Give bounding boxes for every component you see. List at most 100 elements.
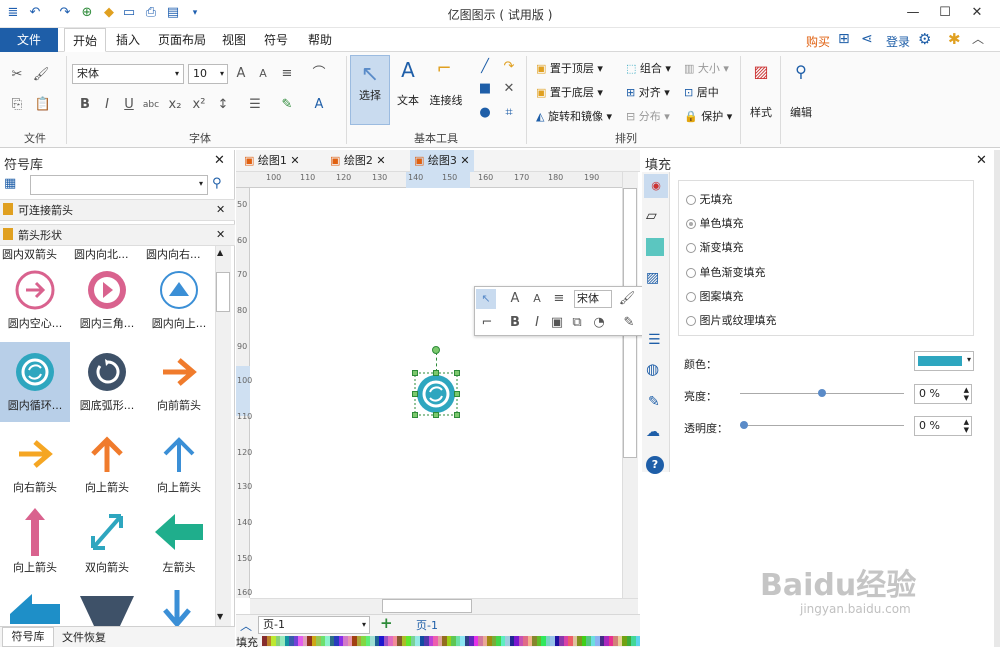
new-icon[interactable]: ⊕	[78, 4, 96, 22]
minimize-button[interactable]: —	[898, 2, 928, 24]
symbol-up-arrow-thin[interactable]: 向上箭头	[0, 506, 70, 586]
bold-icon[interactable]: B	[76, 96, 94, 114]
doc-tab-1[interactable]: ▣ 绘图1 ✕	[240, 150, 304, 172]
transparency-slider-thumb[interactable]	[740, 421, 748, 429]
close-tab-icon[interactable]: ✕	[460, 154, 469, 167]
comment-panel-icon[interactable]: ☁	[646, 424, 660, 440]
style-icon[interactable]: ▨	[748, 62, 774, 81]
fill-option-solid[interactable]: 单色填充	[686, 215, 744, 231]
close-tab-icon[interactable]: ✕	[376, 154, 385, 167]
connector-icon[interactable]: ⌐	[430, 58, 458, 79]
shadow-panel-icon[interactable]	[646, 238, 664, 256]
redo-icon[interactable]: ↷	[56, 4, 74, 22]
italic-icon[interactable]: I	[98, 96, 116, 114]
resize-handle[interactable]	[454, 370, 460, 376]
send-to-back-button[interactable]: ▣ 置于底层 ▾	[536, 84, 603, 100]
connector-label[interactable]: 连接线	[426, 92, 466, 108]
resize-handle[interactable]	[412, 391, 418, 397]
select-tool-button[interactable]: ↖ 选择	[350, 55, 390, 125]
resize-handle[interactable]	[433, 370, 439, 376]
search-icon[interactable]: ⚲	[212, 176, 222, 191]
fill-option-gradient[interactable]: 渐变填充	[686, 239, 744, 255]
login-link[interactable]: 登录	[886, 33, 910, 50]
brightness-input[interactable]: 0 % ▲ ▼	[914, 384, 972, 404]
edit-label[interactable]: 编辑	[784, 104, 818, 120]
open-icon[interactable]: ◆	[100, 4, 118, 22]
tab-symbol[interactable]: 符号	[256, 28, 296, 52]
symbol-circle-up[interactable]: 圆内向上...	[144, 262, 214, 342]
fill-option-picture[interactable]: 图片或纹理填充	[686, 312, 777, 328]
tab-file[interactable]: 文件	[0, 28, 58, 52]
text-tool-label[interactable]: 文本	[390, 92, 426, 108]
line-icon[interactable]: ╱	[476, 58, 494, 76]
buy-link[interactable]: 购买	[806, 33, 830, 50]
arc-icon[interactable]: ⌒	[310, 65, 328, 83]
font-family-select[interactable]: 宋体 ▾	[72, 64, 184, 84]
style-label[interactable]: 样式	[744, 104, 778, 120]
share-icon[interactable]: ⋖	[861, 31, 873, 47]
tab-view[interactable]: 视图	[214, 28, 254, 52]
undo-icon[interactable]: ↶	[26, 4, 44, 22]
color-palette[interactable]	[262, 636, 640, 646]
symbol-circle-arc[interactable]: 圆底弧形...	[72, 344, 142, 424]
app-logo-icon[interactable]: ✱	[948, 30, 961, 48]
line-panel-icon[interactable]: ▱	[646, 208, 657, 224]
symbol-circle-cycle[interactable]: 圆内循环...	[0, 344, 70, 424]
category-connectable-arrows[interactable]: 可连接箭头	[0, 199, 235, 221]
copy-icon[interactable]: ⎘	[8, 96, 26, 114]
mini-align-icon[interactable]: ≡	[550, 290, 568, 308]
scroll-up-icon[interactable]: ▲	[217, 248, 223, 257]
grow-font-icon[interactable]: A	[232, 65, 250, 83]
image-panel-icon[interactable]: ▨	[646, 270, 659, 286]
resize-handle[interactable]	[454, 391, 460, 397]
screenshot-icon[interactable]: ⊞	[838, 31, 850, 47]
font-color-icon[interactable]: A	[310, 96, 328, 114]
expand-pages-icon[interactable]: ︿	[240, 617, 252, 634]
transparency-input[interactable]: 0 % ▲ ▼	[914, 416, 972, 436]
mini-pointer-icon[interactable]: ↖	[476, 289, 496, 309]
mini-italic-icon[interactable]: I	[528, 314, 546, 332]
bullets-icon[interactable]: ☰	[246, 96, 264, 114]
mini-shrink-font-icon[interactable]: A	[528, 290, 546, 308]
underline-icon[interactable]: U	[120, 96, 138, 114]
add-page-icon[interactable]: +	[380, 614, 393, 632]
symbol-up-arrow[interactable]: 向上箭头	[72, 426, 142, 506]
mini-grow-font-icon[interactable]: A	[506, 290, 524, 308]
page-select[interactable]: 页-1 ▾	[258, 616, 370, 634]
library-search-input[interactable]: ▾	[30, 175, 208, 195]
group-button[interactable]: ⬚ 组合 ▾	[626, 60, 671, 76]
scroll-down-icon[interactable]: ▼	[217, 612, 223, 621]
right-panel-scrollbar[interactable]	[994, 150, 1000, 647]
mini-fill-icon[interactable]: ▣	[548, 314, 566, 332]
mini-arrange-icon[interactable]: ⧉	[568, 314, 586, 332]
close-category-icon[interactable]: ✕	[216, 228, 225, 241]
mini-connector-icon[interactable]: ⌐	[478, 314, 496, 332]
strikethrough-icon[interactable]: abc	[142, 96, 160, 114]
ellipse-icon[interactable]: ●	[476, 104, 494, 122]
mini-font-select[interactable]: 宋体	[574, 290, 612, 308]
fill-option-pattern[interactable]: 图案填充	[686, 288, 744, 304]
data-panel-icon[interactable]: ☰	[648, 332, 661, 348]
save-icon[interactable]: ▭	[120, 4, 138, 22]
paragraph-spacing-icon[interactable]: ↕	[214, 96, 232, 114]
resize-handle[interactable]	[433, 412, 439, 418]
category-arrow-shapes[interactable]: 箭头形状	[0, 224, 235, 246]
tab-page-layout[interactable]: 页面布局	[150, 28, 214, 52]
attachment-panel-icon[interactable]: ✎	[648, 394, 660, 410]
library-scroll-thumb[interactable]	[216, 272, 230, 312]
symbol-double-arrow[interactable]: 双向箭头	[72, 506, 142, 586]
tab-symbol-library[interactable]: 符号库	[2, 627, 54, 647]
close-button[interactable]: ✕	[962, 2, 992, 24]
rotation-handle[interactable]	[432, 346, 440, 354]
font-size-select[interactable]: 10 ▾	[188, 64, 228, 84]
fill-option-solid-gradient[interactable]: 单色渐变填充	[686, 264, 766, 280]
resize-handle[interactable]	[412, 370, 418, 376]
symbol-left-arrow[interactable]: 左箭头	[144, 506, 214, 586]
collapse-ribbon-icon[interactable]: ︿	[972, 30, 984, 47]
export-icon[interactable]: ▤	[164, 4, 182, 22]
curve-icon[interactable]: ↷	[500, 58, 518, 76]
rectangle-icon[interactable]: ■	[476, 80, 494, 98]
doc-tab-3[interactable]: ▣ 绘图3 ✕	[410, 150, 474, 172]
format-painter-icon[interactable]: 🖌	[32, 66, 50, 84]
help-icon[interactable]: ?	[646, 456, 664, 474]
